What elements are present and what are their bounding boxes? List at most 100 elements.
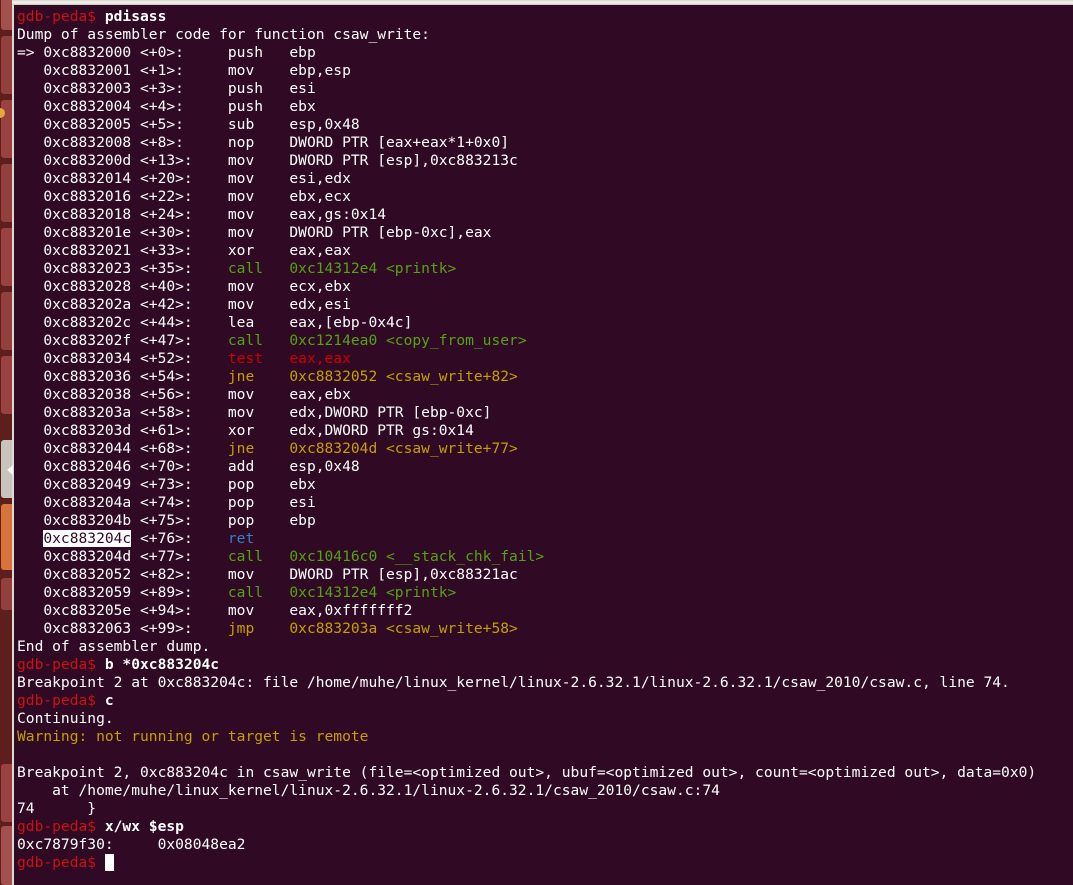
text-segment: 0xc8832014 <+20>: mov esi,edx: [17, 170, 351, 187]
text-segment: 0xc883202f <+47>:: [17, 332, 228, 349]
terminal-line: 0xc883202a <+42>: mov edx,esi: [17, 296, 1073, 314]
launcher-item[interactable]: [1, 36, 12, 94]
terminal-line: gdb-peda$ c: [17, 692, 1073, 710]
text-segment: 0xc8832038 <+56>: mov eax,ebx: [17, 386, 351, 403]
text-segment: 0xc883203a <+58>: mov edx,DWORD PTR [ebp…: [17, 404, 491, 421]
text-segment: ret: [228, 530, 254, 547]
text-segment: 0xc8832034 <+52>:: [17, 350, 228, 367]
text-segment: 0xc8832004 <+4>: push ebx: [17, 98, 316, 115]
terminal-line: 0xc883203a <+58>: mov edx,DWORD PTR [ebp…: [17, 404, 1073, 422]
terminal-line: 0xc7879f30: 0x08048ea2: [17, 836, 1073, 854]
text-segment: <+76>:: [131, 530, 228, 547]
text-segment: 0xc8832008 <+8>: nop DWORD PTR [eax+eax*…: [17, 134, 509, 151]
text-segment: 0xc8832059 <+89>:: [17, 584, 228, 601]
terminal-line: 0xc8832046 <+70>: add esp,0x48: [17, 458, 1073, 476]
text-segment: Breakpoint 2, 0xc883204c in csaw_write (…: [17, 764, 1036, 781]
text-segment: 0xc883205e <+94>: mov eax,0xfffffff2: [17, 602, 412, 619]
text-segment: 0xc8832023 <+35>:: [17, 260, 228, 277]
terminal-line: Warning: not running or target is remote: [17, 728, 1073, 746]
text-segment: pdisass: [96, 8, 166, 25]
text-segment: 0xc8832018 <+24>: mov eax,gs:0x14: [17, 206, 386, 223]
terminal-line: gdb-peda$ pdisass: [17, 8, 1073, 26]
terminal-line: 0xc8832044 <+68>: jne 0xc883204d <csaw_w…: [17, 440, 1073, 458]
text-segment: 0xc8832028 <+40>: mov ecx,ebx: [17, 278, 351, 295]
text-segment: 0xc8832016 <+22>: mov ebx,ecx: [17, 188, 351, 205]
prompt: gdb-peda$: [17, 854, 96, 871]
launcher-item[interactable]: [1, 164, 12, 222]
terminal-line: 0xc883200d <+13>: mov DWORD PTR [esp],0x…: [17, 152, 1073, 170]
terminal-line: Breakpoint 2, 0xc883204c in csaw_write (…: [17, 764, 1073, 782]
terminal-window-top-edge: [12, 0, 1073, 5]
prompt: gdb-peda$: [17, 8, 96, 25]
terminal-line: 0xc8832016 <+22>: mov ebx,ecx: [17, 188, 1073, 206]
terminal-line: 0xc8832018 <+24>: mov eax,gs:0x14: [17, 206, 1073, 224]
text-segment: test eax,eax: [228, 350, 351, 367]
text-segment: [96, 854, 105, 871]
prompt: gdb-peda$: [17, 692, 96, 709]
terminal-line: 0xc8832023 <+35>: call 0xc14312e4 <print…: [17, 260, 1073, 278]
text-segment: 0xc883204d <+77>:: [17, 548, 228, 565]
text-segment: call 0xc10416c0 <__stack_chk_fail>: [228, 548, 544, 565]
terminal-line: => 0xc8832000 <+0>: push ebp: [17, 44, 1073, 62]
launcher-item[interactable]: [1, 578, 12, 610]
text-segment: call 0xc1214ea0 <copy_from_user>: [228, 332, 527, 349]
terminal-line: 0xc883202c <+44>: lea eax,[ebp-0x4c]: [17, 314, 1073, 332]
terminal-output[interactable]: gdb-peda$ pdisassDump of assembler code …: [14, 5, 1073, 885]
text-segment: 0xc8832003 <+3>: push esi: [17, 80, 316, 97]
terminal-line: 0xc8832028 <+40>: mov ecx,ebx: [17, 278, 1073, 296]
terminal-line: 0xc8832004 <+4>: push ebx: [17, 98, 1073, 116]
terminal-line: gdb-peda$ x/wx $esp: [17, 818, 1073, 836]
text-segment: 0xc883201e <+30>: mov DWORD PTR [ebp-0xc…: [17, 224, 491, 241]
text-segment: Dump of assembler code for function csaw…: [17, 26, 430, 43]
text-segment: 0xc8832044 <+68>:: [17, 440, 228, 457]
text-segment: Continuing.: [17, 710, 114, 727]
text-segment: 0xc8832046 <+70>: add esp,0x48: [17, 458, 360, 475]
launcher-item[interactable]: [1, 356, 12, 414]
launcher-item[interactable]: [1, 764, 12, 822]
terminal-line: 74 }: [17, 800, 1073, 818]
text-segment: 0xc8832052 <+82>: mov DWORD PTR [esp],0x…: [17, 566, 518, 583]
text-segment: b *0xc883204c: [96, 656, 219, 673]
terminal-line: 0xc883204c <+76>: ret: [17, 530, 1073, 548]
terminal-line: gdb-peda$ b *0xc883204c: [17, 656, 1073, 674]
launcher-item[interactable]: [1, 826, 12, 885]
terminal-line: 0xc8832003 <+3>: push esi: [17, 80, 1073, 98]
terminal-line: Continuing.: [17, 710, 1073, 728]
text-segment: 0xc8832049 <+73>: pop ebx: [17, 476, 316, 493]
text-segment: Warning: not running or target is remote: [17, 728, 368, 745]
prompt: gdb-peda$: [17, 656, 96, 673]
text-segment: 0xc8832021 <+33>: xor eax,eax: [17, 242, 351, 259]
text-segment: [17, 530, 43, 547]
terminal-line: 0xc883204d <+77>: call 0xc10416c0 <__sta…: [17, 548, 1073, 566]
terminal-line: 0xc8832036 <+54>: jne 0xc8832052 <csaw_w…: [17, 368, 1073, 386]
text-segment: 0xc883204b <+75>: pop ebp: [17, 512, 316, 529]
terminal-line: Dump of assembler code for function csaw…: [17, 26, 1073, 44]
terminal-window-left-border: [12, 0, 14, 885]
text-segment: 0xc883202a <+42>: mov edx,esi: [17, 296, 351, 313]
launcher-item[interactable]: [1, 0, 12, 30]
text-segment: c: [96, 692, 114, 709]
text-segment: jne 0xc8832052 <csaw_write+82>: [228, 368, 518, 385]
terminal-line: Breakpoint 2 at 0xc883204c: file /home/m…: [17, 674, 1073, 692]
text-segment: 0xc883202c <+44>: lea eax,[ebp-0x4c]: [17, 314, 412, 331]
launcher-item[interactable]: [1, 504, 12, 570]
text-segment: jmp 0xc883203a <csaw_write+58>: [228, 620, 518, 637]
text-segment: 0xc883203d <+61>: xor edx,DWORD PTR gs:0…: [17, 422, 474, 439]
text-segment: 0xc883204c: [43, 530, 131, 547]
terminal-line: 0xc883202f <+47>: call 0xc1214ea0 <copy_…: [17, 332, 1073, 350]
unity-launcher[interactable]: [0, 0, 12, 885]
terminal-line: 0xc8832001 <+1>: mov ebp,esp: [17, 62, 1073, 80]
text-segment: 0xc883200d <+13>: mov DWORD PTR [esp],0x…: [17, 152, 518, 169]
text-segment: 0xc8832005 <+5>: sub esp,0x48: [17, 116, 360, 133]
prompt: gdb-peda$: [17, 818, 96, 835]
text-segment: 0xc8832036 <+54>:: [17, 368, 228, 385]
text-segment: 0xc7879f30: 0x08048ea2: [17, 836, 245, 853]
text-segment: => 0xc8832000 <+0>: push ebp: [17, 44, 316, 61]
terminal-line: 0xc8832038 <+56>: mov eax,ebx: [17, 386, 1073, 404]
text-segment: call 0xc14312e4 <printk>: [228, 260, 456, 277]
launcher-item[interactable]: [1, 292, 12, 350]
launcher-item[interactable]: [1, 228, 12, 286]
terminal-line: 0xc8832034 <+52>: test eax,eax: [17, 350, 1073, 368]
terminal-line: 0xc8832008 <+8>: nop DWORD PTR [eax+eax*…: [17, 134, 1073, 152]
text-segment: 74 }: [17, 800, 96, 817]
